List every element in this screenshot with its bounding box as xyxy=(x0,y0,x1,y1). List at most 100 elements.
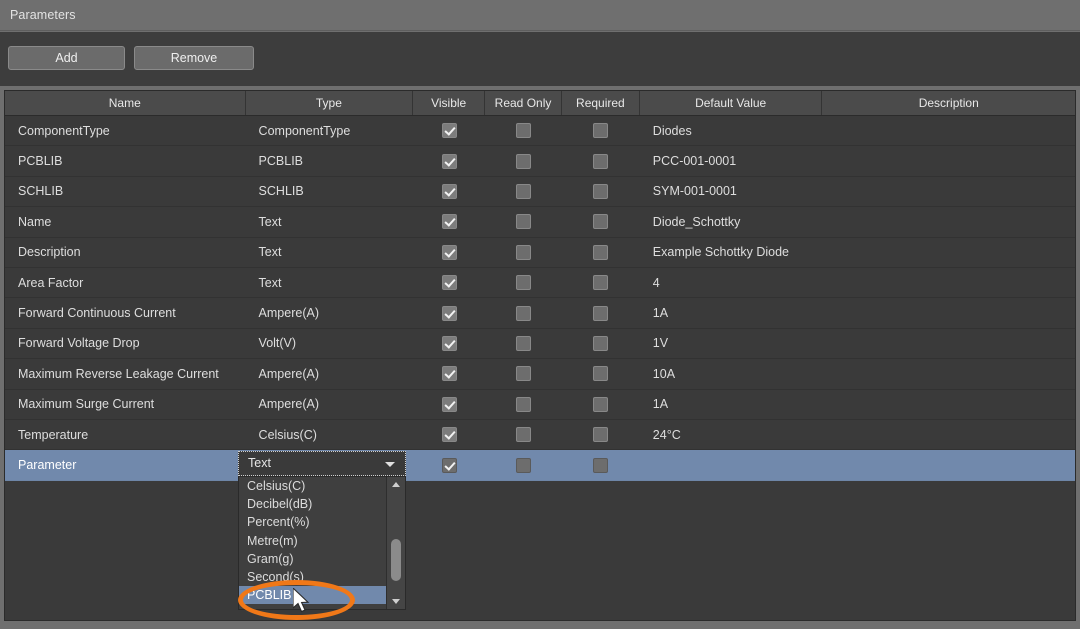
column-header-default-value[interactable]: Default Value xyxy=(639,91,823,115)
checkbox-checked-icon[interactable] xyxy=(441,366,457,382)
required-checkbox-cell[interactable] xyxy=(562,116,640,146)
checkbox-unchecked-icon[interactable] xyxy=(516,457,532,473)
required-checkbox-cell[interactable] xyxy=(562,207,640,237)
read-only-checkbox-cell[interactable] xyxy=(485,328,562,358)
checkbox-unchecked-icon[interactable] xyxy=(593,275,609,291)
read-only-checkbox-cell[interactable] xyxy=(485,207,562,237)
cell-name[interactable]: SCHLIB xyxy=(5,176,246,206)
cell-description[interactable] xyxy=(822,268,1075,298)
table-row[interactable]: Parameter xyxy=(5,450,1075,481)
cell-name[interactable]: Forward Continuous Current xyxy=(5,298,246,328)
type-dropdown-list[interactable]: Celsius(C) Decibel(dB) Percent(%) Metre(m) G… xyxy=(238,476,406,610)
checkbox-checked-icon[interactable] xyxy=(441,427,457,443)
required-checkbox-cell[interactable] xyxy=(562,176,640,206)
checkbox-unchecked-icon[interactable] xyxy=(593,457,609,473)
checkbox-unchecked-icon[interactable] xyxy=(516,123,532,139)
table-row[interactable]: Maximum Reverse Leakage Current Ampere(A)… xyxy=(5,359,1075,390)
dropdown-option[interactable]: Metre(m) xyxy=(239,532,387,550)
visible-checkbox-cell[interactable] xyxy=(413,298,485,328)
cell-name[interactable]: Description xyxy=(5,237,246,267)
required-checkbox-cell[interactable] xyxy=(562,389,640,419)
visible-checkbox-cell[interactable] xyxy=(413,359,485,389)
visible-checkbox-cell[interactable] xyxy=(413,389,485,419)
required-checkbox-cell[interactable] xyxy=(562,298,640,328)
cell-name[interactable]: Maximum Reverse Leakage Current xyxy=(5,359,246,389)
cell-type[interactable]: Text xyxy=(246,207,414,237)
table-row[interactable]: Forward Voltage Drop Volt(V) 1V xyxy=(5,328,1075,360)
cell-description[interactable] xyxy=(822,450,1075,480)
required-checkbox-cell[interactable] xyxy=(562,420,640,450)
checkbox-checked-icon[interactable] xyxy=(441,123,457,139)
cell-description[interactable] xyxy=(822,207,1075,237)
checkbox-unchecked-icon[interactable] xyxy=(516,214,532,230)
cell-type[interactable]: Ampere(A) xyxy=(246,359,414,389)
checkbox-checked-icon[interactable] xyxy=(441,275,457,291)
cell-default-value[interactable]: 1V xyxy=(640,328,823,358)
required-checkbox-cell[interactable] xyxy=(562,328,640,358)
cell-name[interactable]: PCBLIB xyxy=(5,146,246,176)
column-header-read-only[interactable]: Read Only xyxy=(485,91,562,115)
checkbox-checked-icon[interactable] xyxy=(441,457,457,473)
cell-type[interactable]: Volt(V) xyxy=(246,328,414,358)
checkbox-unchecked-icon[interactable] xyxy=(516,335,532,351)
visible-checkbox-cell[interactable] xyxy=(413,328,485,358)
remove-button[interactable]: Remove xyxy=(134,46,254,70)
required-checkbox-cell[interactable] xyxy=(562,359,640,389)
cell-type[interactable]: Ampere(A) xyxy=(246,298,414,328)
cell-type[interactable]: PCBLIB xyxy=(246,146,414,176)
dropdown-option[interactable]: Percent(%) xyxy=(239,513,387,531)
cell-description[interactable] xyxy=(822,298,1075,328)
checkbox-unchecked-icon[interactable] xyxy=(593,123,609,139)
checkbox-unchecked-icon[interactable] xyxy=(593,396,609,412)
checkbox-unchecked-icon[interactable] xyxy=(516,427,532,443)
visible-checkbox-cell[interactable] xyxy=(413,450,485,480)
add-button[interactable]: Add xyxy=(8,46,125,70)
checkbox-checked-icon[interactable] xyxy=(441,214,457,230)
table-row[interactable]: Name Text Diode_Schottky xyxy=(5,207,1075,238)
table-row[interactable]: PCBLIB PCBLIB PCC-001-0001 xyxy=(5,146,1075,177)
table-row[interactable]: ComponentType ComponentType Diodes xyxy=(5,116,1075,147)
cell-default-value[interactable]: Diodes xyxy=(640,116,823,146)
read-only-checkbox-cell[interactable] xyxy=(485,176,562,206)
table-row[interactable]: Description Text Example Schottky Diode xyxy=(5,238,1075,268)
checkbox-unchecked-icon[interactable] xyxy=(593,244,609,260)
dropdown-option[interactable]: Decibel(dB) xyxy=(239,495,387,513)
read-only-checkbox-cell[interactable] xyxy=(485,389,562,419)
type-combobox[interactable]: Text xyxy=(238,451,406,476)
checkbox-unchecked-icon[interactable] xyxy=(516,396,532,412)
cell-type[interactable]: Ampere(A) xyxy=(246,389,414,419)
cell-default-value[interactable]: 4 xyxy=(640,268,823,298)
read-only-checkbox-cell[interactable] xyxy=(485,359,562,389)
cell-type[interactable]: Text xyxy=(246,237,414,267)
cell-type[interactable]: SCHLIB xyxy=(246,176,414,206)
table-row[interactable]: Temperature Celsius(C) 24°C xyxy=(5,420,1075,451)
cell-description[interactable] xyxy=(822,389,1075,419)
required-checkbox-cell[interactable] xyxy=(562,450,640,480)
checkbox-unchecked-icon[interactable] xyxy=(593,366,609,382)
checkbox-unchecked-icon[interactable] xyxy=(593,305,609,321)
visible-checkbox-cell[interactable] xyxy=(413,146,485,176)
cell-name[interactable]: Maximum Surge Current xyxy=(5,389,246,419)
cell-name[interactable]: Name xyxy=(5,207,246,237)
cell-description[interactable] xyxy=(822,237,1075,267)
read-only-checkbox-cell[interactable] xyxy=(485,298,562,328)
required-checkbox-cell[interactable] xyxy=(562,268,640,298)
table-row[interactable]: Forward Continuous Current Ampere(A) 1A xyxy=(5,298,1075,329)
column-header-name[interactable]: Name xyxy=(5,91,246,115)
table-row[interactable]: Maximum Surge Current Ampere(A) 1A xyxy=(5,390,1075,420)
scroll-up-arrow-icon[interactable] xyxy=(387,477,405,492)
cell-default-value[interactable]: 24°C xyxy=(640,420,823,450)
cell-type[interactable]: Text xyxy=(246,268,414,298)
checkbox-unchecked-icon[interactable] xyxy=(593,153,609,169)
dropdown-option[interactable]: PCBLIB xyxy=(239,586,387,605)
checkbox-unchecked-icon[interactable] xyxy=(593,427,609,443)
read-only-checkbox-cell[interactable] xyxy=(485,268,562,298)
read-only-checkbox-cell[interactable] xyxy=(485,146,562,176)
scroll-down-arrow-icon[interactable] xyxy=(387,594,405,609)
checkbox-unchecked-icon[interactable] xyxy=(593,335,609,351)
cell-description[interactable] xyxy=(822,359,1075,389)
checkbox-checked-icon[interactable] xyxy=(441,153,457,169)
dropdown-scrollbar[interactable] xyxy=(386,477,405,609)
cell-type[interactable]: ComponentType xyxy=(246,116,414,146)
checkbox-unchecked-icon[interactable] xyxy=(516,366,532,382)
